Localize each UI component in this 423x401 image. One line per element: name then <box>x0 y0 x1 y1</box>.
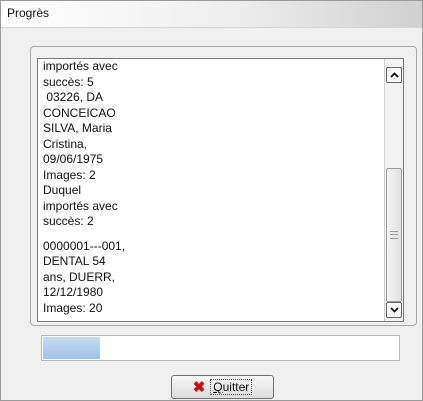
log-spacer <box>43 230 373 239</box>
vertical-scrollbar[interactable] <box>384 59 403 321</box>
scroll-up-button[interactable] <box>386 67 402 83</box>
log-entry: 0000001---001, DENTAL 54 ans, DUERR, 12/… <box>43 238 126 315</box>
quit-label-rest: uitter <box>222 380 250 394</box>
chevron-up-icon <box>389 72 399 78</box>
window-title: Progrès <box>7 6 50 20</box>
quit-button[interactable]: ✖ Quitter <box>171 375 274 399</box>
progress-bar <box>41 335 400 361</box>
title-bar[interactable]: Progrès <box>1 1 422 28</box>
log-listbox[interactable]: importés avec succès: 5 03226, DA CONCEI… <box>37 58 404 322</box>
quit-button-label: Quitter <box>210 379 253 395</box>
scroll-down-button[interactable] <box>386 302 402 318</box>
progress-fill <box>43 337 101 359</box>
log-content: importés avec succès: 5 03226, DA CONCEI… <box>43 59 373 316</box>
chevron-down-icon <box>389 307 399 313</box>
grip-icon <box>390 231 398 239</box>
scroll-thumb[interactable] <box>386 168 402 302</box>
progress-dialog: Progrès importés avec succès: 5 03226, D… <box>0 0 423 401</box>
log-entry: importés avec succès: 5 03226, DA CONCEI… <box>43 59 118 228</box>
quit-mnemonic: Q <box>213 380 223 394</box>
red-x-icon: ✖ <box>192 378 206 396</box>
